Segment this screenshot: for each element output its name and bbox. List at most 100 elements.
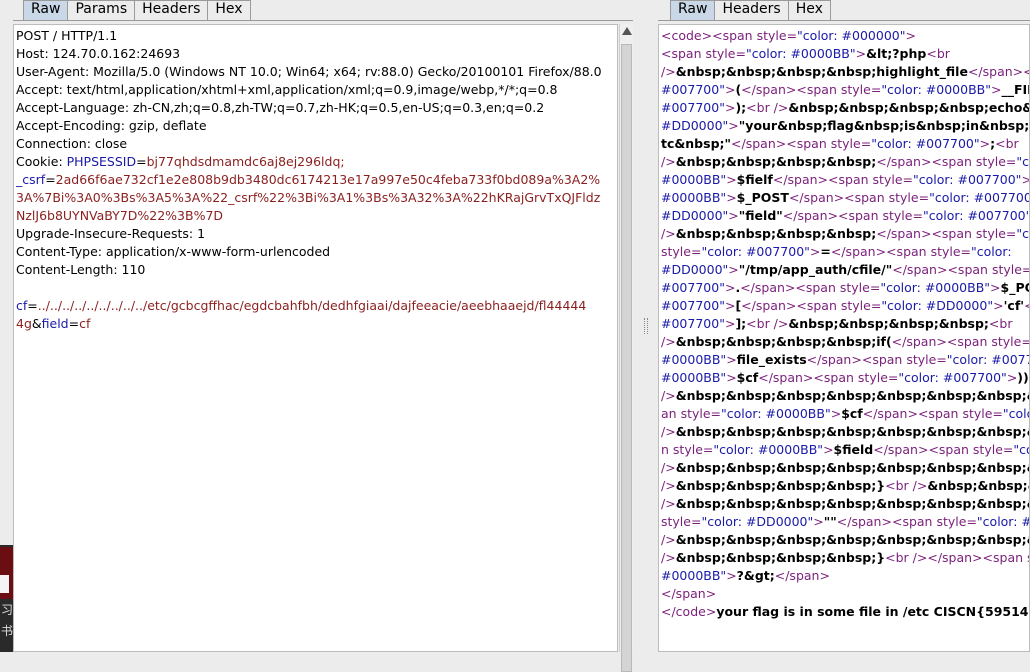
response-token: /> xyxy=(661,460,676,475)
response-token: "field" xyxy=(738,208,783,223)
response-token: <span xyxy=(661,46,706,61)
response-token: </span> xyxy=(806,352,862,367)
response-token: style xyxy=(661,514,691,529)
response-token: "color: #0000BB" xyxy=(881,82,991,97)
response-token: <br /> xyxy=(746,100,789,115)
response-token: <span xyxy=(796,82,841,97)
response-token: "color: xyxy=(971,244,1012,259)
response-token: &nbsp;&nbsp;&nbsp;&nbsp;} xyxy=(675,550,886,565)
response-token: > xyxy=(990,280,1001,295)
response-token: > xyxy=(905,28,916,43)
response-token: "color: #DD0000" xyxy=(701,514,814,529)
response-token: #0000BB" xyxy=(661,352,727,367)
response-token: "your&nbsp;flag&nbsp;is&nbsp;in&nbsp;som… xyxy=(738,118,1030,133)
desktop-glyph-1: 习 xyxy=(1,603,14,617)
response-token: "color: #007700" xyxy=(1013,442,1029,457)
header-line: Accept: text/html,application/xhtml+xml,… xyxy=(16,82,558,97)
response-line: n style="color: #0000BB">$field</span><s… xyxy=(661,441,1029,459)
response-token: > xyxy=(724,298,736,313)
response-token: <br /> xyxy=(746,316,789,331)
pane-splitter[interactable] xyxy=(633,0,658,652)
response-line: #DD0000">"your&nbsp;flag&nbsp;is&nbsp;in… xyxy=(661,117,1029,135)
response-line: #DD0000">"/tmp/app_auth/cfile/"</span><s… xyxy=(661,261,1029,279)
response-token: style xyxy=(830,136,861,151)
response-token: > xyxy=(813,514,824,529)
response-token: #DD0000" xyxy=(661,262,729,277)
response-token: > xyxy=(726,172,737,187)
response-token: = xyxy=(936,352,947,367)
header-line: Accept-Language: zh-CN,zh;q=0.8,zh-TW;q=… xyxy=(16,100,545,115)
request-editor[interactable]: POST / HTTP/1.1 Host: 124.70.0.162:24693… xyxy=(13,24,618,652)
request-scrollbar[interactable] xyxy=(619,24,634,672)
response-token: <span xyxy=(947,262,992,277)
tab-params[interactable]: Params xyxy=(68,0,136,21)
response-token: <span xyxy=(931,226,976,241)
response-token: <br xyxy=(926,46,950,61)
scroll-thumb[interactable] xyxy=(621,44,632,672)
response-token: > xyxy=(991,82,1002,97)
response-token: </span> xyxy=(741,298,797,313)
response-token: > xyxy=(728,262,739,277)
splitter-grip-icon[interactable] xyxy=(644,318,648,334)
response-token: = xyxy=(912,208,923,223)
response-token: "color: #007700" xyxy=(946,352,1029,367)
tab-raw[interactable]: Raw xyxy=(23,0,69,21)
response-token: #007700" xyxy=(661,298,725,313)
response-token: > xyxy=(726,190,737,205)
response-token: ?&gt; xyxy=(736,568,775,583)
response-token: </span> xyxy=(1024,298,1029,313)
header-line: Upgrade-Insecure-Requests: 1 xyxy=(16,226,206,241)
response-token: = xyxy=(870,82,882,97)
response-line: #0000BB">file_exists</span><span style="… xyxy=(661,351,1029,369)
response-token: #0000BB" xyxy=(661,190,727,205)
response-token: /> xyxy=(661,154,676,169)
response-token: = xyxy=(710,406,722,421)
response-viewer[interactable]: <code><span style="color: #000000"> <span… xyxy=(658,24,1030,652)
body-line-2: 4g&field=cf xyxy=(16,316,91,331)
response-token: n xyxy=(661,442,673,457)
response-token: style xyxy=(705,46,736,61)
response-token: &lt;?php xyxy=(866,46,927,61)
response-token: = xyxy=(1021,334,1029,349)
response-line: #007700">);<br />&nbsp;&nbsp;&nbsp;&nbsp… xyxy=(661,99,1029,117)
response-token: style xyxy=(680,406,711,421)
response-token: style xyxy=(936,514,967,529)
response-line: </code>your flag is in some file in /etc… xyxy=(661,603,1029,621)
response-line: #007700">[</span><span style="color: #DD… xyxy=(661,297,1029,315)
response-line: />&nbsp;&nbsp;&nbsp;&nbsp;&nbsp;&nbsp;&n… xyxy=(661,495,1029,513)
response-token: = xyxy=(1022,262,1029,277)
response-token: __FILE__ xyxy=(1001,82,1029,97)
tab-hex[interactable]: Hex xyxy=(208,0,251,21)
desktop-background-strip: 习 书 xyxy=(0,545,13,652)
response-token: </span> xyxy=(862,406,918,421)
response-token: > xyxy=(809,244,821,259)
response-token: > xyxy=(726,370,737,385)
response-line: style="color: #007700">=</span><span sty… xyxy=(661,243,1029,261)
response-token: style xyxy=(991,334,1022,349)
header-name: Connection xyxy=(16,136,87,151)
response-token: style xyxy=(839,280,870,295)
response-token: "color: #007700" xyxy=(701,244,810,259)
response-token: "color: #007700" xyxy=(1016,226,1030,241)
tab-raw[interactable]: Raw xyxy=(670,0,716,21)
response-token: /> xyxy=(661,388,676,403)
response-line: <code><span style="color: #000000"> xyxy=(661,27,1029,45)
response-token: </span> xyxy=(927,550,983,565)
response-token: > xyxy=(724,100,736,115)
response-token: "color: #007700" xyxy=(1002,406,1029,421)
response-token: = xyxy=(702,442,714,457)
response-token: style xyxy=(972,442,1003,457)
response-token: &nbsp;&nbsp;&nbsp;&nbsp;&nbsp;&nbsp;&nbs… xyxy=(675,388,1029,403)
response-token: $_POST xyxy=(736,190,789,205)
response-line: tc&nbsp;"</span><span style="color: #007… xyxy=(661,135,1029,153)
scroll-up-arrow-icon[interactable] xyxy=(622,27,632,35)
response-token: <br /> xyxy=(885,478,928,493)
response-token: &nbsp;&nbsp;&nbsp;&nbsp;&nbsp;&nbsp;&nbs… xyxy=(675,424,1029,439)
response-token: </span> xyxy=(891,334,947,349)
response-token: <br xyxy=(988,316,1013,331)
tab-headers[interactable]: Headers xyxy=(715,0,789,21)
tab-headers[interactable]: Headers xyxy=(135,0,209,21)
header-value: application/x-www-form-urlencoded xyxy=(105,244,331,259)
tab-hex[interactable]: Hex xyxy=(788,0,831,21)
cookie-param-name: PHPSESSID xyxy=(66,154,137,169)
